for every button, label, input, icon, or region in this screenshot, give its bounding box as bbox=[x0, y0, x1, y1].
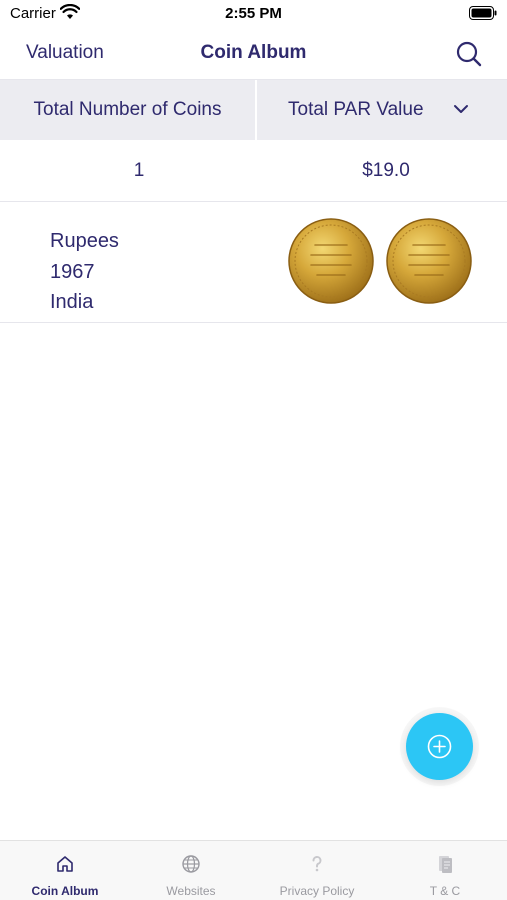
total-par-value: $19.0 bbox=[362, 160, 410, 181]
tab-websites[interactable]: Websites bbox=[128, 841, 254, 900]
battery-icon bbox=[469, 6, 497, 20]
coin-name: Rupees bbox=[50, 230, 119, 252]
home-icon bbox=[57, 856, 73, 872]
coin-country: India bbox=[50, 291, 94, 313]
chevron-down-icon bbox=[454, 105, 468, 113]
tab-coin-album[interactable]: Coin Album bbox=[2, 841, 128, 900]
tab-label: Privacy Policy bbox=[279, 884, 355, 898]
table-header: Total Number of Coins Total PAR Value bbox=[0, 80, 507, 140]
question-icon bbox=[312, 856, 322, 872]
total-count-value: 1 bbox=[133, 160, 145, 181]
coin-year: 1967 bbox=[50, 260, 95, 283]
navigation-bar: Valuation Coin Album bbox=[0, 28, 507, 80]
coin-back-image bbox=[386, 218, 472, 304]
tab-privacy-policy[interactable]: Privacy Policy bbox=[254, 841, 380, 900]
add-coin-button[interactable] bbox=[406, 713, 473, 780]
status-time: 2:55 PM bbox=[225, 5, 282, 22]
valuation-button[interactable]: Valuation bbox=[26, 42, 104, 64]
document-icon bbox=[439, 856, 452, 873]
coin-details: Rupees 1967 India bbox=[50, 226, 119, 318]
add-circle-icon bbox=[427, 734, 452, 759]
globe-icon bbox=[182, 855, 200, 873]
coin-front-image bbox=[288, 218, 374, 304]
tab-bar: Coin Album Websites Privacy Policy T & C bbox=[0, 840, 507, 900]
tab-terms-and-conditions[interactable]: T & C bbox=[382, 841, 507, 900]
total-par-value-label: Total PAR Value bbox=[288, 99, 424, 120]
status-bar: Carrier 2:55 PM bbox=[0, 0, 507, 28]
total-coins-header: Total Number of Coins bbox=[33, 99, 222, 120]
tab-label: T & C bbox=[429, 884, 461, 898]
totals-row: 1 $19.0 bbox=[0, 140, 507, 202]
tab-label: Coin Album bbox=[31, 884, 99, 898]
tab-label: Websites bbox=[166, 884, 216, 898]
search-icon[interactable] bbox=[455, 40, 483, 68]
total-par-value-dropdown[interactable]: Total PAR Value bbox=[257, 80, 507, 140]
coin-list-item[interactable]: Rupees 1967 India bbox=[0, 202, 507, 323]
